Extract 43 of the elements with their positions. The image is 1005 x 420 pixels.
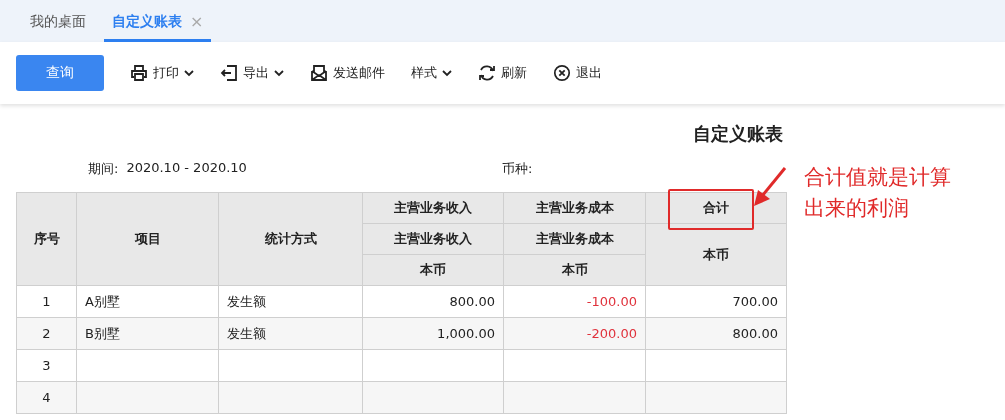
column-header: 统计方式 (218, 192, 363, 286)
period-label: 期间: (88, 160, 119, 178)
table-cell: 800.00 (645, 317, 787, 350)
toolbar-button[interactable]: 刷新 (478, 64, 527, 82)
column-header: 本币 (362, 254, 504, 286)
refresh-icon (478, 64, 496, 82)
report-title: 自定义账表 (693, 122, 783, 146)
table-cell: 700.00 (645, 285, 787, 318)
printer-icon (130, 64, 148, 82)
table-cell: 3 (16, 349, 77, 382)
annotation-text: 合计值就是计算出来的利润 (804, 164, 952, 222)
table-cell: 发生额 (218, 317, 363, 350)
tab[interactable]: 我的桌面 (22, 13, 94, 42)
table-cell: 1 (16, 285, 77, 318)
toolbar-button[interactable]: 发送邮件 (310, 64, 385, 82)
column-header: 主营业务收入 (362, 223, 504, 255)
toolbar-button[interactable]: 退出 (553, 64, 602, 82)
table-cell: 800.00 (362, 285, 504, 318)
table-cell: B别墅 (76, 317, 219, 350)
envelope-icon (310, 64, 328, 82)
column-header: 本币 (503, 254, 646, 286)
period-value: 2020.10 - 2020.10 (126, 160, 247, 177)
toolbar-button[interactable]: 导出 (220, 64, 284, 82)
table-cell: 1,000.00 (362, 317, 504, 350)
table-cell: A别墅 (76, 285, 219, 318)
table-cell: 4 (16, 381, 77, 414)
table-cell: 2 (16, 317, 77, 350)
column-header: 主营业务成本 (503, 223, 646, 255)
export-icon (220, 64, 238, 82)
column-header: 本币 (645, 223, 787, 286)
arrow-icon (752, 166, 788, 208)
query-button[interactable]: 查询 (16, 55, 104, 91)
table-cell: 发生额 (218, 285, 363, 318)
table-cell: -200.00 (503, 317, 646, 350)
column-header: 主营业务成本 (503, 192, 646, 224)
toolbar-button[interactable]: 打印 (130, 64, 194, 82)
currency-label: 币种: (502, 160, 533, 178)
toolbar-button[interactable]: 样式 (411, 64, 452, 82)
column-header: 主营业务收入 (362, 192, 504, 224)
column-header: 项目 (76, 192, 219, 286)
table-cell: -100.00 (503, 285, 646, 318)
column-header: 序号 (16, 192, 77, 286)
close-icon (553, 64, 571, 82)
